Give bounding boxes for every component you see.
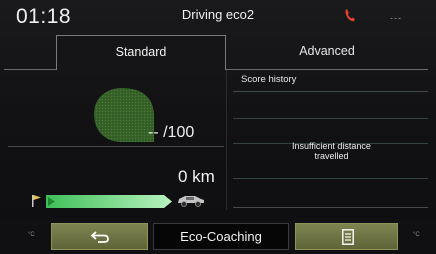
flag-icon bbox=[32, 195, 41, 207]
message-line: Insufficient distance bbox=[292, 141, 371, 151]
distance-value: 0 km bbox=[178, 167, 215, 186]
tab-advanced[interactable]: Advanced bbox=[226, 35, 428, 70]
eco-driving-screen: 01:18 Driving eco2 --- Standard Advanced… bbox=[0, 0, 436, 254]
temperature-right: °C bbox=[413, 232, 420, 238]
distance-progress-bar bbox=[46, 195, 172, 208]
score-value: -- /100 bbox=[148, 124, 195, 141]
temperature-left: °C bbox=[28, 232, 35, 238]
list-icon bbox=[342, 229, 354, 245]
tab-standard[interactable]: Standard bbox=[56, 35, 226, 70]
panel-divider bbox=[226, 70, 227, 210]
history-grid-line bbox=[233, 207, 428, 208]
history-grid-line bbox=[233, 91, 428, 92]
history-grid-line bbox=[233, 118, 428, 119]
eco-coaching-button[interactable]: Eco-Coaching bbox=[153, 223, 289, 250]
insufficient-distance-message: Insufficient distance travelled bbox=[240, 141, 423, 161]
car-icon bbox=[178, 196, 204, 207]
back-button[interactable] bbox=[51, 223, 148, 250]
tab-baseline bbox=[4, 69, 56, 70]
page-title: Driving eco2 bbox=[181, 7, 255, 22]
history-grid-line bbox=[233, 178, 428, 179]
score-history-label: Score history bbox=[241, 74, 297, 85]
signal-indicator: --- bbox=[390, 13, 402, 23]
divider bbox=[8, 146, 224, 147]
phone-icon[interactable] bbox=[343, 7, 359, 23]
menu-button[interactable] bbox=[295, 223, 398, 250]
eco-leaf-icon bbox=[94, 88, 154, 142]
message-line: travelled bbox=[314, 151, 349, 161]
back-arrow-icon bbox=[90, 231, 109, 243]
status-bar: 01:18 Driving eco2 --- bbox=[0, 0, 436, 30]
